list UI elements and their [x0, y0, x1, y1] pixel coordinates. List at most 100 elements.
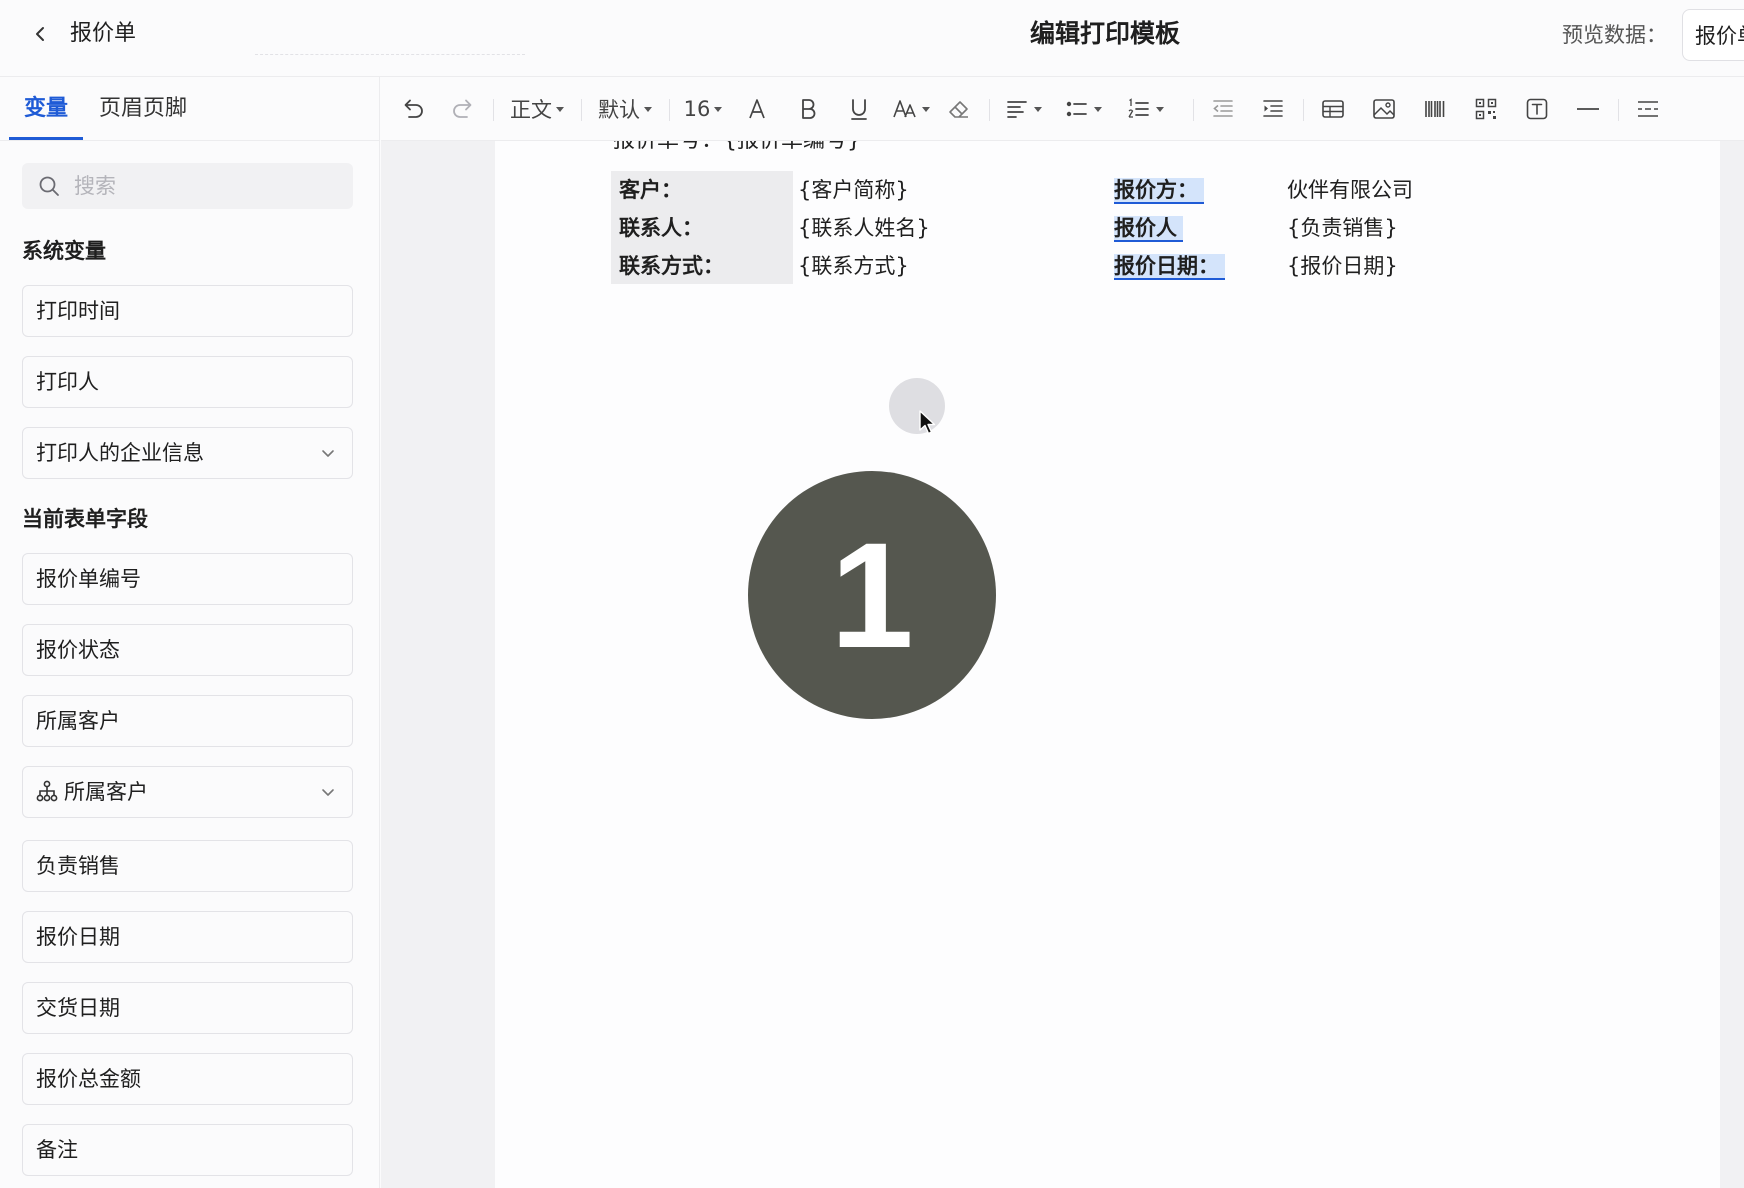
- toolbar-divider: [1193, 99, 1194, 121]
- numbered-list-dropdown[interactable]: [1121, 89, 1169, 129]
- variable-label: 报价总金额: [36, 1067, 141, 1091]
- insert-image-button[interactable]: [1364, 89, 1404, 129]
- font-size-value: 16: [683, 97, 711, 121]
- variable-item-remarks[interactable]: 备注: [22, 1124, 353, 1176]
- insert-page-break-button[interactable]: [1628, 89, 1668, 129]
- toolbar-divider: [1618, 99, 1619, 121]
- align-icon: [1007, 101, 1027, 118]
- variable-label: 打印人的企业信息: [36, 441, 204, 465]
- tab-header-footer[interactable]: 页眉页脚: [99, 93, 187, 125]
- font-family-value: 默认: [598, 98, 640, 122]
- table-icon: [1322, 100, 1344, 118]
- header-divider: [255, 54, 525, 55]
- variable-item-sales-owner[interactable]: 负责销售: [22, 840, 353, 892]
- caret-down-icon: [714, 107, 723, 112]
- insert-barcode-button[interactable]: [1415, 89, 1455, 129]
- font-size-adjust-icon: [893, 100, 916, 118]
- table-cell-label[interactable]: 联系方式：: [619, 247, 724, 285]
- search-input[interactable]: [74, 171, 334, 201]
- toolbar-divider: [581, 99, 582, 121]
- active-tab-indicator: [9, 137, 83, 140]
- table-cell-value[interactable]: {联系人姓名}: [798, 209, 930, 247]
- chevron-left-icon: [36, 27, 44, 41]
- table-cell-value[interactable]: 伙伴有限公司: [1287, 171, 1413, 209]
- insert-horizontal-line-button[interactable]: [1568, 89, 1608, 129]
- step-number-badge: 1: [748, 471, 996, 719]
- paragraph-style-dropdown[interactable]: 正文: [505, 89, 569, 129]
- variable-item-customer[interactable]: 所属客户: [22, 695, 353, 747]
- variable-item-printer[interactable]: 打印人: [22, 356, 353, 408]
- variable-label: 交货日期: [36, 996, 120, 1020]
- variable-item-total-amount[interactable]: 报价总金额: [22, 1053, 353, 1105]
- variable-label: 打印人: [36, 370, 99, 394]
- variable-label: 备注: [36, 1138, 78, 1162]
- font-size-dropdown[interactable]: 16: [679, 89, 727, 129]
- document-heading[interactable]: 报价单号：{报价单编号}: [613, 141, 861, 157]
- outdent-button[interactable]: [1203, 89, 1243, 129]
- toolbar-divider: [669, 99, 670, 121]
- table-cell-label-selected[interactable]: 报价人: [1114, 216, 1183, 242]
- variable-label: 报价日期: [36, 925, 120, 949]
- font-color-icon: [749, 99, 765, 119]
- sidebar-tabs: 变量 页眉页脚: [0, 77, 380, 141]
- variable-label: 所属客户: [64, 780, 148, 804]
- toolbar-divider: [493, 99, 494, 121]
- variable-item-delivery-date[interactable]: 交货日期: [22, 982, 353, 1034]
- caret-down-icon: [1156, 107, 1164, 112]
- variable-item-print-time[interactable]: 打印时间: [22, 285, 353, 337]
- align-dropdown[interactable]: [999, 89, 1047, 129]
- barcode-icon: [1425, 101, 1445, 117]
- table-cell-label[interactable]: 联系人：: [619, 209, 703, 247]
- canvas-margin-left: [381, 141, 495, 1188]
- clear-format-button[interactable]: [939, 89, 979, 129]
- font-size-adjust-button[interactable]: [887, 89, 935, 129]
- bold-button[interactable]: [788, 89, 828, 129]
- variable-item-printer-company-info[interactable]: 打印人的企业信息: [22, 427, 353, 479]
- insert-qrcode-button[interactable]: [1466, 89, 1506, 129]
- underline-button[interactable]: [839, 89, 879, 129]
- table-cell-value[interactable]: {负责销售}: [1287, 209, 1398, 247]
- back-button[interactable]: [24, 18, 56, 50]
- breadcrumb[interactable]: 报价单: [70, 18, 136, 50]
- bulleted-list-icon: [1066, 101, 1087, 117]
- document-page[interactable]: 报价单号：{报价单编号} 客户： {客户简称} 报价方： 伙伴有限公司 联系人：…: [495, 141, 1720, 1188]
- top-bar: 报价单 编辑打印模板 预览数据： 报价单: [0, 0, 1744, 77]
- undo-button[interactable]: [393, 89, 433, 129]
- variable-item-quote-status[interactable]: 报价状态: [22, 624, 353, 676]
- preview-data-label: 预览数据：: [1562, 23, 1667, 47]
- image-icon: [1373, 99, 1395, 119]
- search-box[interactable]: [22, 163, 353, 209]
- preview-data-select[interactable]: 报价单: [1682, 9, 1744, 61]
- page-title: 编辑打印模板: [1029, 19, 1180, 48]
- qrcode-icon: [1475, 98, 1497, 120]
- insert-text-box-button[interactable]: [1517, 89, 1557, 129]
- font-family-dropdown[interactable]: 默认: [593, 89, 657, 129]
- table-cell-label-selected[interactable]: 报价方：: [1114, 178, 1204, 204]
- table-cell-label-selected[interactable]: 报价日期：: [1114, 254, 1225, 280]
- toolbar-divider: [989, 99, 990, 121]
- font-color-button[interactable]: [737, 89, 777, 129]
- section-title-form-fields: 当前表单字段: [22, 507, 148, 531]
- variable-item-quote-date[interactable]: 报价日期: [22, 911, 353, 963]
- search-icon: [39, 176, 59, 196]
- caret-down-icon: [556, 107, 564, 112]
- tab-variables[interactable]: 变量: [24, 93, 68, 125]
- chevron-down-icon[interactable]: [320, 784, 336, 800]
- toolbar-divider: [1303, 99, 1304, 121]
- variable-item-quote-number[interactable]: 报价单编号: [22, 553, 353, 605]
- insert-table-button[interactable]: [1313, 89, 1353, 129]
- canvas-margin-right[interactable]: [1720, 141, 1744, 1188]
- bold-icon: [802, 99, 816, 119]
- section-title-system-variables: 系统变量: [22, 239, 106, 263]
- table-cell-value[interactable]: {联系方式}: [798, 247, 909, 285]
- table-cell-value[interactable]: {客户简称}: [798, 171, 909, 209]
- redo-icon: [453, 99, 472, 118]
- chevron-down-icon[interactable]: [320, 445, 336, 461]
- mouse-pointer-icon: [919, 410, 936, 435]
- indent-button[interactable]: [1253, 89, 1293, 129]
- variable-item-customer-relation[interactable]: 所属客户: [22, 766, 353, 818]
- redo-button[interactable]: [443, 89, 483, 129]
- table-cell-value[interactable]: {报价日期}: [1287, 247, 1398, 285]
- bulleted-list-dropdown[interactable]: [1059, 89, 1107, 129]
- table-cell-label[interactable]: 客户：: [619, 171, 682, 209]
